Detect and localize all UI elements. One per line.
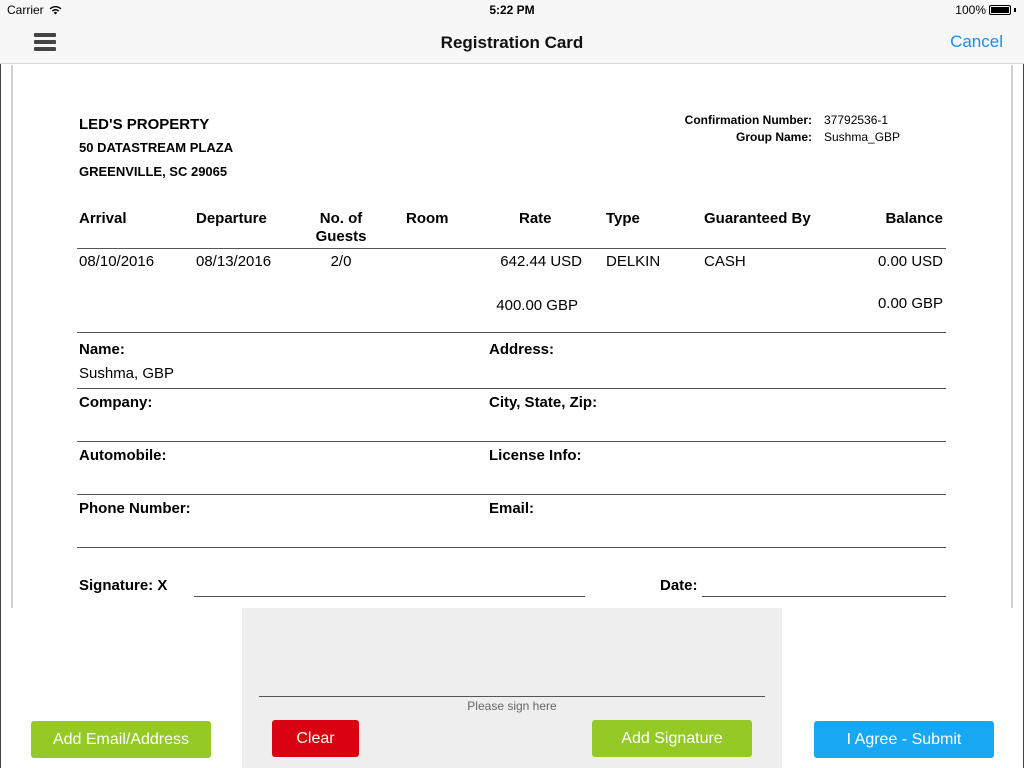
add-signature-button[interactable]: Add Signature <box>592 720 752 757</box>
clear-signature-button[interactable]: Clear <box>272 720 359 757</box>
header-room: Room <box>406 210 449 227</box>
battery-icon <box>989 5 1011 15</box>
navigation-bar: Registration Card Cancel <box>0 20 1024 64</box>
header-type: Type <box>606 210 640 227</box>
header-guests: No. of Guests <box>300 210 382 246</box>
address-label: Address: <box>489 341 555 358</box>
signature-pad-hint: Please sign here <box>467 699 557 713</box>
divider-phone <box>77 547 946 548</box>
date-line <box>702 596 946 597</box>
cell-departure: 08/13/2016 <box>196 253 272 270</box>
divider-name <box>77 388 946 389</box>
header-balance: Balance <box>885 210 943 227</box>
table-header-divider <box>77 248 946 249</box>
cell-balance-gbp: 0.00 GBP <box>877 295 943 312</box>
confirmation-number-label: Confirmation Number: <box>684 113 812 127</box>
license-info-label: License Info: <box>489 447 582 464</box>
header-guests-line2: Guests <box>315 228 367 245</box>
city-state-zip-label: City, State, Zip: <box>489 394 598 411</box>
signature-pad-baseline <box>259 696 765 697</box>
cancel-button[interactable]: Cancel <box>950 32 1003 52</box>
status-bar: Carrier 5:22 PM 100% <box>0 0 1024 20</box>
battery-percent: 100% <box>955 3 986 17</box>
signature-line <box>194 596 585 597</box>
device-frame-left <box>0 0 1 768</box>
divider-company <box>77 441 946 442</box>
header-rate: Rate <box>519 210 552 227</box>
cell-guaranteed-by: CASH <box>704 253 746 270</box>
date-label: Date: <box>660 577 698 594</box>
cell-arrival: 08/10/2016 <box>79 253 155 270</box>
property-name: LED'S PROPERTY <box>79 116 210 133</box>
group-name-label: Group Name: <box>735 130 812 144</box>
header-guests-line1: No. of <box>319 210 363 227</box>
cell-rate-usd: 642.44 USD <box>500 253 582 270</box>
header-guaranteed-by: Guaranteed By <box>704 210 811 227</box>
cell-balance-usd: 0.00 USD <box>877 253 943 270</box>
document-edge-right <box>1011 65 1013 608</box>
header-departure: Departure <box>196 210 267 227</box>
battery-level <box>991 7 1009 13</box>
company-label: Company: <box>79 394 153 411</box>
group-name-value: Sushma_GBP <box>824 130 901 144</box>
status-right: 100% <box>955 3 1016 17</box>
status-time: 5:22 PM <box>489 3 535 17</box>
confirmation-number-value: 37792536-1 <box>824 113 889 127</box>
battery-tip <box>1014 8 1016 12</box>
property-address-line2: GREENVILLE, SC 29065 <box>79 164 228 179</box>
automobile-label: Automobile: <box>79 447 167 464</box>
page-title: Registration Card <box>440 33 584 52</box>
property-address-line1: 50 DATASTREAM PLAZA <box>79 140 234 155</box>
name-label: Name: <box>79 341 125 358</box>
divider-automobile <box>77 494 946 495</box>
signature-label: Signature: X <box>79 577 168 594</box>
table-bottom-divider <box>77 332 946 333</box>
cell-rate-gbp: 400.00 GBP <box>496 297 578 314</box>
document-edge-left <box>11 65 13 608</box>
add-email-address-button[interactable]: Add Email/Address <box>31 721 211 758</box>
phone-number-label: Phone Number: <box>79 500 191 517</box>
name-value: Sushma, GBP <box>79 365 175 382</box>
email-label: Email: <box>489 500 535 517</box>
cell-type: DELKIN <box>606 253 661 270</box>
cell-guests: 2/0 <box>330 253 352 270</box>
agree-submit-button[interactable]: I Agree - Submit <box>814 721 994 758</box>
header-arrival: Arrival <box>79 210 127 227</box>
